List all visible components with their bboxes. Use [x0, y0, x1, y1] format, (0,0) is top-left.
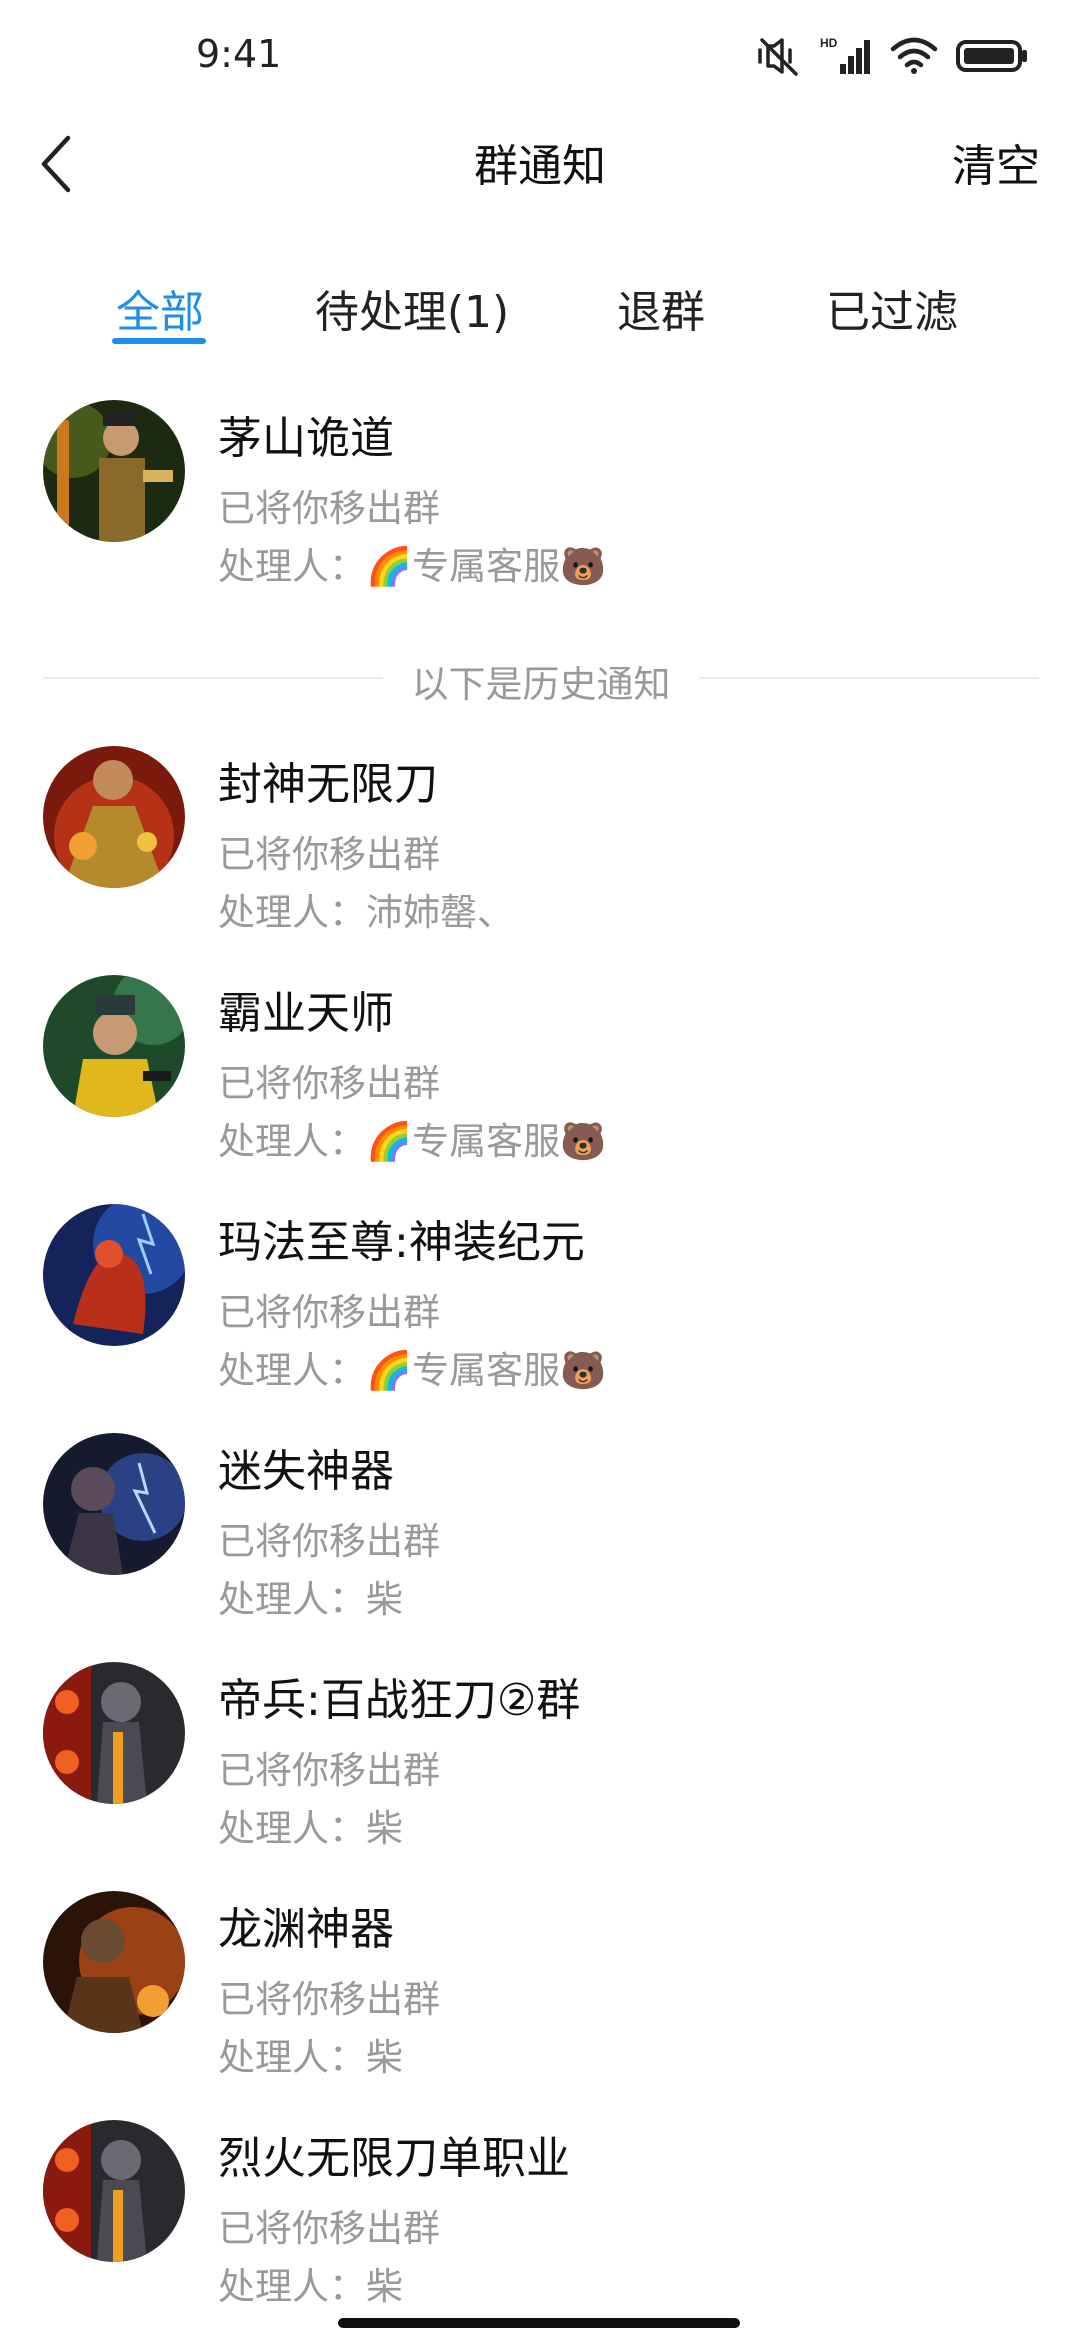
- notification-item[interactable]: 茅山诡道 已将你移出群 处理人：🌈专属客服🐻: [0, 400, 1080, 600]
- group-avatar: [43, 2120, 185, 2262]
- notification-action: 已将你移出群: [218, 1062, 440, 1105]
- group-avatar: [43, 1204, 185, 1346]
- battery-icon: [956, 36, 1028, 76]
- group-avatar: [43, 975, 185, 1117]
- notification-item[interactable]: 烈火无限刀单职业 已将你移出群 处理人：柴: [0, 2120, 1080, 2320]
- group-avatar: [43, 400, 185, 542]
- notification-item[interactable]: 龙渊神器 已将你移出群 处理人：柴: [0, 1891, 1080, 2091]
- handler-text: 处理人：柴: [218, 1807, 403, 1850]
- divider-line: [699, 677, 1039, 679]
- group-avatar: [43, 1891, 185, 2033]
- tab-all[interactable]: 全部: [116, 276, 204, 340]
- notification-action: 已将你移出群: [218, 487, 440, 530]
- notification-item[interactable]: 迷失神器 已将你移出群 处理人：柴: [0, 1433, 1080, 1633]
- svg-text:HD: HD: [820, 36, 838, 50]
- group-avatar: [43, 1433, 185, 1575]
- tab-bar: 全部 待处理(1) 退群 已过滤: [0, 262, 1080, 352]
- notification-item[interactable]: 帝兵:百战狂刀②群 已将你移出群 处理人：柴: [0, 1662, 1080, 1862]
- hd-signal-icon: HD: [820, 36, 872, 76]
- group-name: 烈火无限刀单职业: [218, 2133, 570, 2184]
- notification-action: 已将你移出群: [218, 833, 440, 876]
- group-avatar: [43, 1662, 185, 1804]
- notification-action: 已将你移出群: [218, 1520, 440, 1563]
- handler-text: 处理人：🌈专属客服🐻: [218, 545, 607, 588]
- handler-text: 处理人：柴: [218, 2036, 403, 2079]
- clear-button[interactable]: 清空: [952, 130, 1040, 194]
- handler-text: 处理人：🌈专属客服🐻: [218, 1120, 607, 1163]
- status-time: 9:41: [196, 32, 282, 76]
- notification-item[interactable]: 玛法至尊:神装纪元 已将你移出群 处理人：🌈专属客服🐻: [0, 1204, 1080, 1404]
- notification-action: 已将你移出群: [218, 2207, 440, 2250]
- status-bar: 9:41 HD: [0, 0, 1080, 110]
- tab-filtered[interactable]: 已过滤: [826, 276, 958, 340]
- wifi-icon: [890, 36, 938, 76]
- handler-text: 处理人：柴: [218, 1578, 403, 1621]
- active-tab-indicator: [112, 338, 206, 344]
- history-divider: 以下是历史通知: [43, 648, 1039, 708]
- group-name: 霸业天师: [218, 988, 394, 1039]
- mute-vibrate-icon: [756, 36, 802, 76]
- handler-text: 处理人：🌈专属客服🐻: [218, 1349, 607, 1392]
- group-name: 迷失神器: [218, 1446, 394, 1497]
- notification-item[interactable]: 霸业天师 已将你移出群 处理人：🌈专属客服🐻: [0, 975, 1080, 1175]
- group-name: 帝兵:百战狂刀②群: [218, 1675, 581, 1726]
- header-bar: 群通知 清空: [0, 110, 1080, 214]
- notification-action: 已将你移出群: [218, 1291, 440, 1334]
- notification-item[interactable]: 封神无限刀 已将你移出群 处理人：沛姉罄、: [0, 746, 1080, 946]
- group-avatar: [43, 746, 185, 888]
- notification-action: 已将你移出群: [218, 1749, 440, 1792]
- home-indicator[interactable]: [338, 2318, 740, 2328]
- page-title: 群通知: [474, 141, 606, 192]
- history-divider-label: 以下是历史通知: [411, 663, 671, 706]
- tab-pending[interactable]: 待处理(1): [315, 276, 509, 340]
- group-name: 玛法至尊:神装纪元: [218, 1217, 585, 1268]
- handler-text: 处理人：柴: [218, 2265, 403, 2308]
- handler-text: 处理人：沛姉罄、: [218, 891, 514, 934]
- status-icons: HD: [756, 36, 1028, 76]
- group-name: 茅山诡道: [218, 413, 394, 464]
- tab-left-group[interactable]: 退群: [617, 276, 705, 340]
- group-name: 封神无限刀: [218, 759, 438, 810]
- group-name: 龙渊神器: [218, 1904, 394, 1955]
- notification-action: 已将你移出群: [218, 1978, 440, 2021]
